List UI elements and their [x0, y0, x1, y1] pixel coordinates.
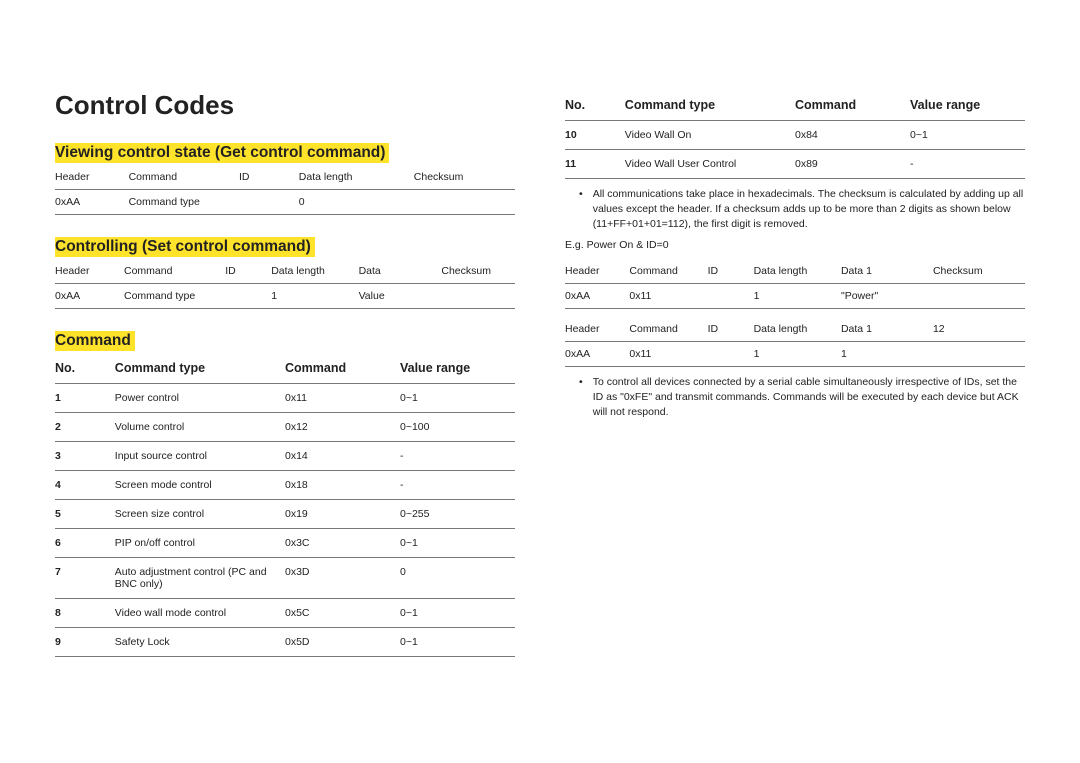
table-row: Header Command ID Data length Checksum: [55, 165, 515, 190]
table-row: 10Video Wall On0x840~1: [565, 121, 1025, 150]
table-row: 0xAA 0x11 1 1: [565, 341, 1025, 366]
table-row: 0xAA Command type 1 Value: [55, 284, 515, 309]
section-view: Viewing control state (Get control comma…: [55, 143, 515, 215]
table-row: Header Command ID Data length Data 1 Che…: [565, 259, 1025, 284]
section-command: Command No. Command type Command Value r…: [55, 331, 515, 657]
table-row: 1Power control0x110~1: [55, 384, 515, 413]
bullet-dot-icon: •: [579, 187, 583, 233]
table-row: 3Input source control0x14-: [55, 442, 515, 471]
section-set: Controlling (Set control command) Header…: [55, 237, 515, 309]
table-row: 7Auto adjustment control (PC and BNC onl…: [55, 558, 515, 599]
section-heading-view: Viewing control state (Get control comma…: [55, 143, 389, 163]
table-row: 0xAA 0x11 1 "Power": [565, 283, 1025, 308]
table-header: No. Command type Command Value range: [565, 90, 1025, 121]
view-table: Header Command ID Data length Checksum 0…: [55, 165, 515, 215]
table-row: Header Command ID Data length Data 1 12: [565, 317, 1025, 342]
section-heading-command: Command: [55, 331, 135, 351]
example-table-1: Header Command ID Data length Data 1 Che…: [565, 259, 1025, 309]
example-note: E.g. Power On & ID=0: [565, 239, 1025, 251]
section-heading-set: Controlling (Set control command): [55, 237, 315, 257]
table-row: 8Video wall mode control0x5C0~1: [55, 599, 515, 628]
example-table-2: Header Command ID Data length Data 1 12 …: [565, 317, 1025, 367]
command-table-left: No. Command type Command Value range 1Po…: [55, 353, 515, 657]
left-column: Control Codes Viewing control state (Get…: [55, 90, 515, 679]
table-row: 11Video Wall User Control0x89-: [565, 150, 1025, 179]
table-row: 4Screen mode control0x18-: [55, 471, 515, 500]
set-table: Header Command ID Data length Data Check…: [55, 259, 515, 309]
table-row: 6PIP on/off control0x3C0~1: [55, 529, 515, 558]
bullet-note-1: • All communications take place in hexad…: [579, 187, 1025, 233]
page-title: Control Codes: [55, 90, 515, 121]
bullet-note-2: • To control all devices connected by a …: [579, 375, 1025, 421]
table-row: Header Command ID Data length Data Check…: [55, 259, 515, 284]
table-header: No. Command type Command Value range: [55, 353, 515, 384]
right-column: No. Command type Command Value range 10V…: [565, 90, 1025, 679]
table-row: 5Screen size control0x190~255: [55, 500, 515, 529]
command-table-right: No. Command type Command Value range 10V…: [565, 90, 1025, 179]
bullet-dot-icon: •: [579, 375, 583, 421]
table-row: 2Volume control0x120~100: [55, 413, 515, 442]
table-row: 0xAA Command type 0: [55, 190, 515, 215]
table-row: 9Safety Lock0x5D0~1: [55, 628, 515, 657]
